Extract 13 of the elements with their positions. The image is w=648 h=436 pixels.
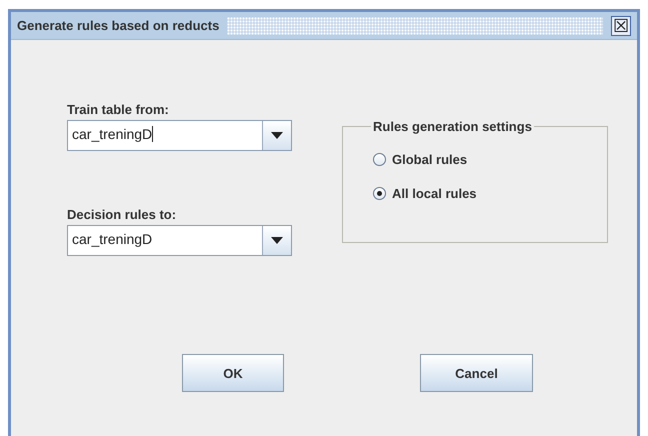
- radio-option[interactable]: All local rules: [373, 182, 607, 204]
- radio-option[interactable]: Global rules: [373, 148, 607, 170]
- combo-box[interactable]: car_treningD: [67, 225, 292, 256]
- ok-button[interactable]: OK: [182, 354, 284, 392]
- field-label: Train table from:: [67, 102, 170, 117]
- close-button[interactable]: ☒: [611, 16, 631, 36]
- caret-icon: [271, 132, 283, 139]
- caret-icon: [271, 237, 283, 244]
- cancel-button[interactable]: Cancel: [420, 354, 533, 392]
- settings-group: Rules generation settings Global rules All local rules: [342, 119, 608, 243]
- combo-box[interactable]: car_treningD: [67, 120, 292, 151]
- field-label: Decision rules to:: [67, 207, 178, 222]
- window-title: Generate rules based on reducts: [17, 18, 220, 33]
